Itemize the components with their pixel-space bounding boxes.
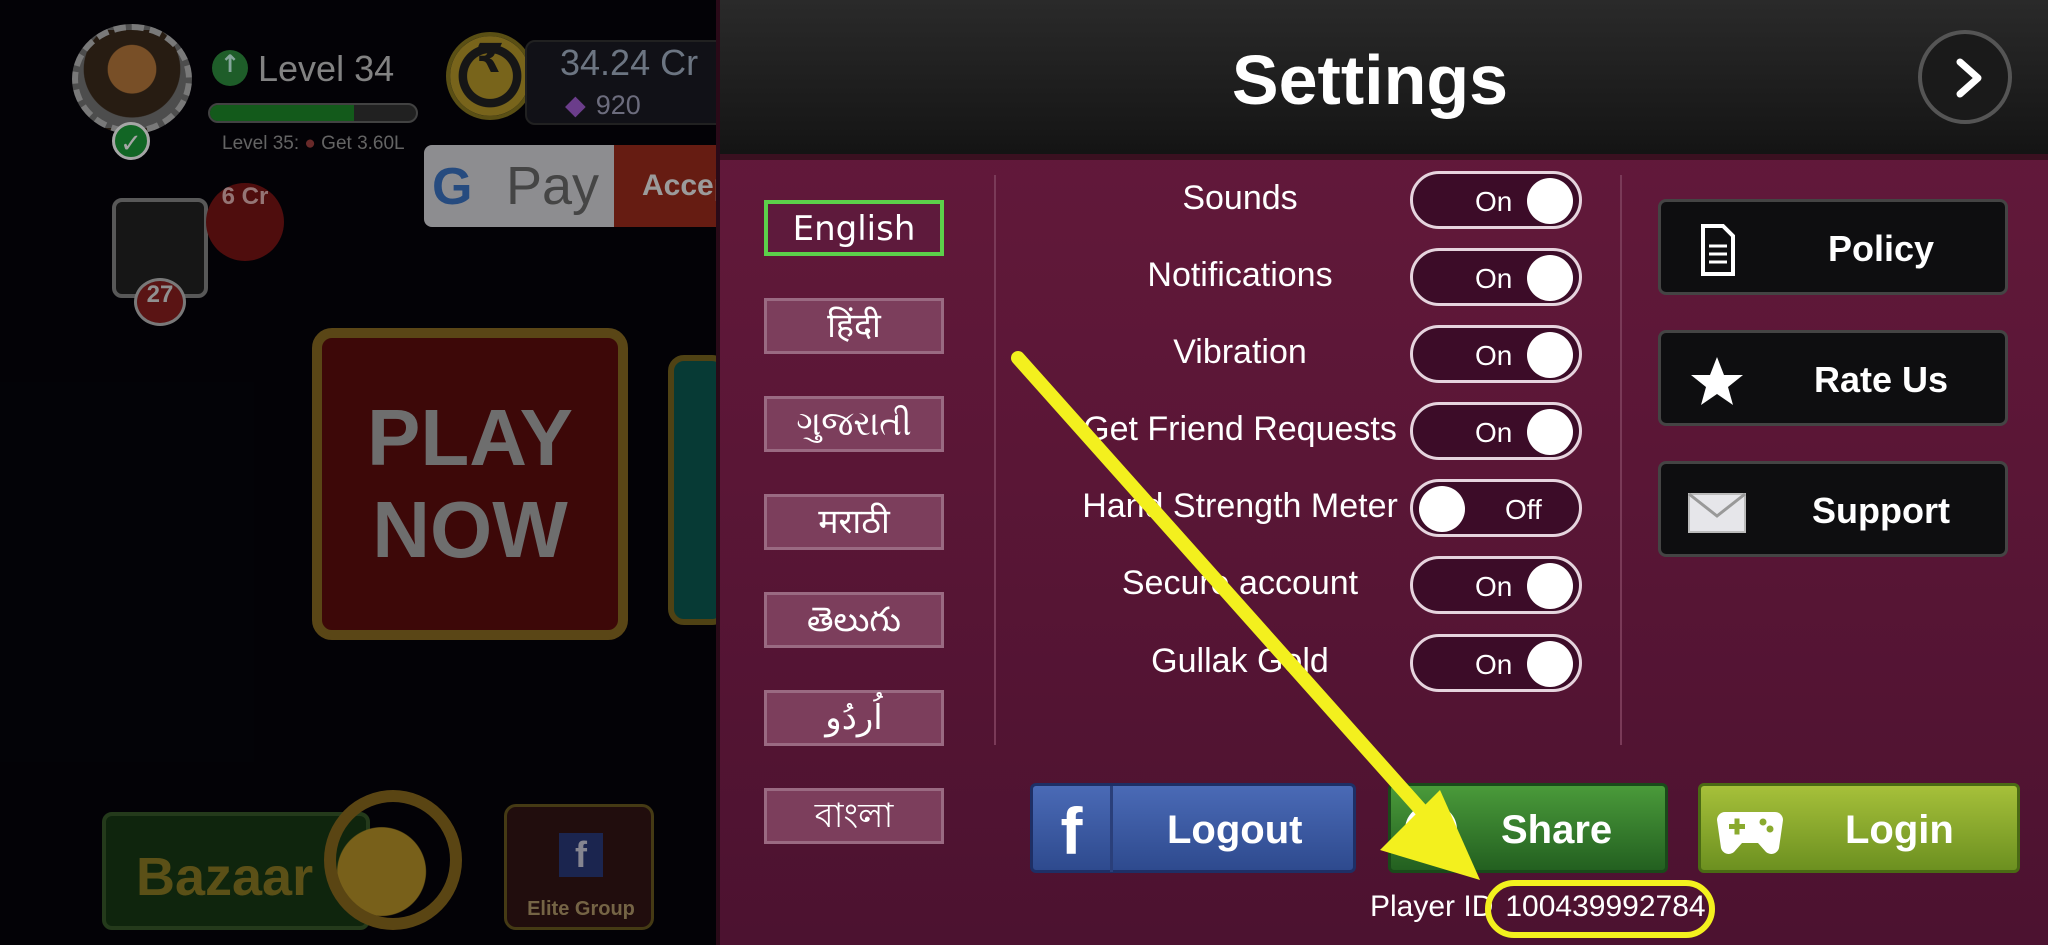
language-urdu[interactable]: اُردُو xyxy=(764,690,944,746)
emoji-ring-icon[interactable] xyxy=(324,790,462,930)
close-settings-button[interactable] xyxy=(1918,30,2012,124)
hand-strength-toggle[interactable]: Off xyxy=(1410,479,1582,537)
elite-group-button[interactable]: f Elite Group xyxy=(504,804,654,930)
level-progress-fill xyxy=(210,105,355,121)
level-progress-bar xyxy=(208,103,418,123)
gamepad-icon xyxy=(1717,812,1783,854)
language-telugu[interactable]: తెలుగు xyxy=(764,592,944,648)
play-now-button[interactable]: PLAY NOW xyxy=(312,328,628,640)
option-label: Sounds xyxy=(1182,179,1298,217)
notifications-toggle[interactable]: On xyxy=(1410,248,1582,306)
vibration-toggle[interactable]: On xyxy=(1410,325,1582,383)
language-english[interactable]: English xyxy=(764,200,944,256)
option-label: Gullak Gold xyxy=(1151,642,1329,680)
option-label: Secure account xyxy=(1121,564,1359,602)
chip-balance: 34.24 Cr xyxy=(560,42,699,83)
play-now-line1: PLAY xyxy=(366,393,573,482)
rate-us-label: Rate Us xyxy=(1813,359,1949,400)
toggle-state: Off xyxy=(1505,494,1542,525)
next-level-info: Level 35: ● Get 3.60L xyxy=(222,133,405,155)
player-id-highlight-ring xyxy=(1485,880,1715,938)
next-level-label: Level 35: xyxy=(222,133,300,154)
rate-us-button[interactable]: Rate Us xyxy=(1658,330,2008,426)
chip-mini-icon: ● xyxy=(304,133,316,154)
envelope-icon xyxy=(1688,492,1746,533)
level-up-arrow-icon: ↑ xyxy=(212,50,248,86)
gpay-pay-text: Pay xyxy=(506,156,600,216)
whatsapp-icon xyxy=(1405,804,1457,856)
secure-account-toggle[interactable]: On xyxy=(1410,556,1582,614)
option-label: Vibration xyxy=(1173,333,1307,371)
policy-label: Policy xyxy=(1827,228,1935,269)
star-icon xyxy=(1691,357,1743,405)
toggle-state: On xyxy=(1475,263,1513,294)
toggle-knob xyxy=(1527,641,1573,687)
player-id-label: Player ID xyxy=(1370,890,1494,923)
toggle-state: On xyxy=(1475,186,1513,217)
game-lobby-background: ✓ ↑ Level 34 Level 35: ● Get 3.60L ₹ 34.… xyxy=(0,0,716,945)
gpay-accept-banner[interactable]: G Pay Accept xyxy=(424,145,716,227)
option-gullak-gold: Gullak Gold On xyxy=(1000,634,1900,694)
language-hindi[interactable]: हिंदी xyxy=(764,298,944,354)
gpay-accept-text: Accept xyxy=(614,145,716,227)
share-label: Share xyxy=(1501,808,1613,852)
logout-label: Logout xyxy=(1167,808,1303,852)
settings-title: Settings xyxy=(1231,41,1509,119)
google-play-login-button[interactable]: Login xyxy=(1698,783,2020,873)
facebook-logout-button[interactable]: f Logout xyxy=(1030,783,1356,873)
toggle-state: On xyxy=(1475,649,1513,680)
option-secure-account: Secure account On xyxy=(1000,556,1900,616)
language-bengali[interactable]: বাংলা xyxy=(764,788,944,844)
document-icon xyxy=(1701,224,1735,276)
gem-count: 920 xyxy=(595,90,641,120)
gem-balance: ◆ 920 xyxy=(565,90,641,121)
option-label: Notifications xyxy=(1147,256,1333,294)
toggle-knob xyxy=(1527,332,1573,378)
friend-requests-toggle[interactable]: On xyxy=(1410,402,1582,460)
tables-amount-badge: 6 Cr xyxy=(206,183,284,261)
sounds-toggle[interactable]: On xyxy=(1410,171,1582,229)
toggle-knob xyxy=(1419,486,1465,532)
language-list: English हिंदी ગુજરાતી मराठी తెలుగు اُردُ… xyxy=(764,200,948,886)
toggle-state: On xyxy=(1475,340,1513,371)
verified-check-icon: ✓ xyxy=(112,122,150,160)
settings-panel: Settings English हिंदी ગુજરાતી मराठी తెల… xyxy=(716,0,2048,945)
whatsapp-share-button[interactable]: Share xyxy=(1388,783,1668,873)
rupee-chip-icon[interactable]: ₹ xyxy=(446,32,534,120)
left-divider xyxy=(994,175,996,745)
chevron-right-icon xyxy=(1956,58,1982,98)
policy-button[interactable]: Policy xyxy=(1658,199,2008,295)
language-marathi[interactable]: मराठी xyxy=(764,494,944,550)
toggle-knob xyxy=(1527,563,1573,609)
google-g-logo: G xyxy=(432,158,473,216)
gem-icon: ◆ xyxy=(565,90,586,120)
play-now-line2: NOW xyxy=(372,485,568,574)
toggle-knob xyxy=(1527,178,1573,224)
toggle-knob xyxy=(1527,255,1573,301)
toggle-state: On xyxy=(1475,417,1513,448)
next-level-reward: Get 3.60L xyxy=(321,133,405,154)
elite-group-label: Elite Group xyxy=(527,898,635,920)
option-label: Hand Strength Meter xyxy=(1082,487,1398,525)
gullak-gold-toggle[interactable]: On xyxy=(1410,634,1582,692)
support-button[interactable]: Support xyxy=(1658,461,2008,557)
level-label: Level 34 xyxy=(258,48,395,89)
toggle-state: On xyxy=(1475,571,1513,602)
new-game-card[interactable] xyxy=(668,355,716,625)
toggle-knob xyxy=(1527,409,1573,455)
facebook-icon: f xyxy=(559,833,603,877)
support-label: Support xyxy=(1812,490,1950,531)
facebook-icon: f xyxy=(1033,786,1113,872)
players-count-badge: 27 xyxy=(134,278,186,326)
profile-avatar[interactable] xyxy=(72,24,192,134)
option-label: Get Friend Requests xyxy=(1083,410,1397,448)
login-label: Login xyxy=(1845,808,1954,852)
settings-header: Settings xyxy=(720,0,2048,160)
language-gujarati[interactable]: ગુજરાતી xyxy=(764,396,944,452)
